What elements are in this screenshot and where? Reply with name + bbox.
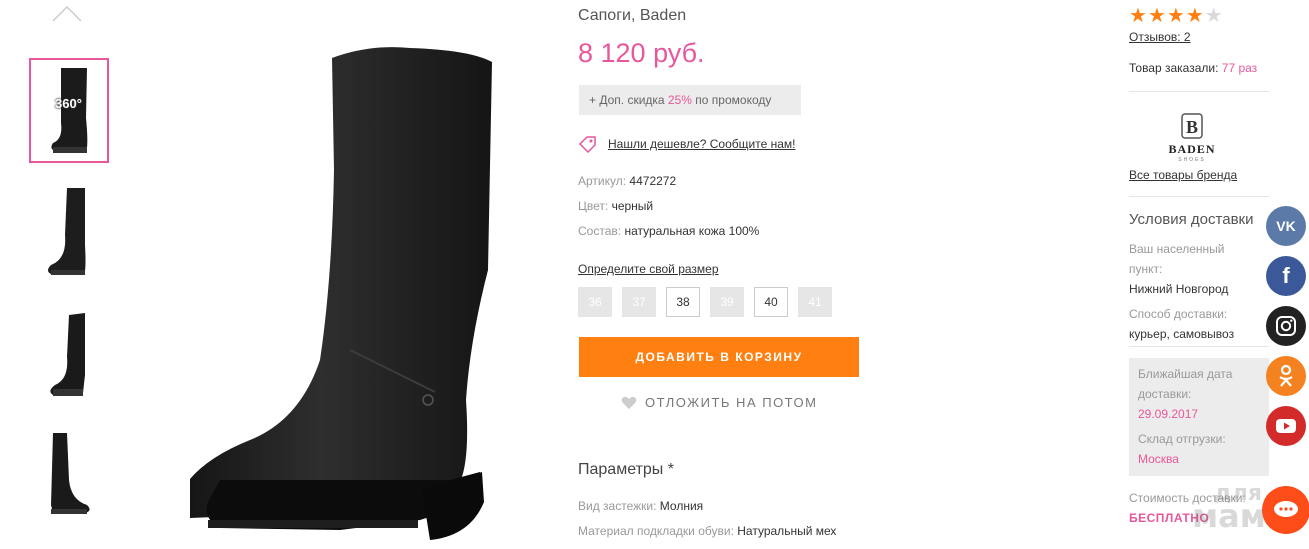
- vk-icon: vk: [1276, 218, 1296, 234]
- divider: [1129, 346, 1269, 347]
- params-heading: Параметры *: [578, 461, 674, 478]
- attr-composition: Состав: натуральная кожа 100%: [578, 224, 760, 238]
- size-option[interactable]: 40: [754, 287, 788, 317]
- vk-share-button[interactable]: vk: [1266, 206, 1306, 246]
- attr-color: Цвет: черный: [578, 199, 654, 213]
- nearest-date: 29.09.2017: [1138, 407, 1199, 421]
- method-value: курьер, самовывоз: [1129, 327, 1235, 341]
- delivery-heading: Условия доставки: [1129, 211, 1254, 228]
- svg-text:мам: мам: [1192, 497, 1266, 535]
- thumbs-up-arrow-icon[interactable]: [52, 2, 82, 22]
- thumbnail-3[interactable]: [29, 302, 109, 407]
- size-option: 41: [798, 287, 832, 317]
- promo-suffix: по промокоду: [691, 93, 772, 107]
- odnoklassniki-icon: [1279, 364, 1293, 387]
- locality-label-2: пункт:: [1129, 262, 1163, 276]
- product-title: Сапоги, Baden: [578, 7, 687, 24]
- save-for-later-button[interactable]: ОТЛОЖИТЬ НА ПОТОМ: [621, 395, 817, 410]
- found-cheaper-link[interactable]: Нашли дешевле? Сообщите нам!: [578, 135, 795, 153]
- promo-percent: 25%: [667, 93, 692, 107]
- badge-360: 360°: [55, 96, 82, 111]
- attr-article: Артикул: 4472272: [578, 174, 677, 188]
- star-icon: ★: [1147, 5, 1166, 27]
- nearest-label-2: доставки:: [1138, 387, 1192, 401]
- facebook-icon: f: [1282, 263, 1290, 288]
- ordered-count: Товар заказали: 77 раз: [1129, 61, 1258, 75]
- star-icon: ★: [1185, 5, 1204, 27]
- thumbnail-360[interactable]: 360°: [29, 58, 109, 163]
- thumbnail-2[interactable]: [29, 180, 109, 285]
- warehouse-value: Москва: [1138, 452, 1179, 466]
- promo-discount[interactable]: + Доп. скидка 25% по промокоду: [579, 85, 801, 115]
- add-to-cart-button[interactable]: ДОБАВИТЬ В КОРЗИНУ: [579, 337, 859, 377]
- reviews-link[interactable]: Отзывов: 2: [1129, 30, 1191, 44]
- param-fastener: Вид застежки: Молния: [578, 499, 704, 513]
- size-option: 36: [578, 287, 612, 317]
- size-option: 37: [622, 287, 656, 317]
- param-lining: Материал подкладки обуви: Натуральный ме…: [578, 524, 837, 538]
- product-main-image: [190, 47, 492, 540]
- locality-value[interactable]: Нижний Новгород: [1129, 282, 1228, 296]
- ok-share-button[interactable]: [1266, 356, 1306, 396]
- instagram-share-button[interactable]: [1266, 306, 1306, 346]
- svg-text:B: B: [1186, 117, 1198, 137]
- rating-stars: ★ ★ ★ ★ ★: [1129, 6, 1224, 26]
- promo-prefix: + Доп. скидка: [589, 93, 668, 107]
- brand-logo: B BADEN SHOES: [1168, 113, 1215, 163]
- watermark: для мам: [1192, 480, 1302, 549]
- instagram-icon: [1276, 316, 1296, 336]
- size-guide-link[interactable]: Определите свой размер: [578, 262, 719, 276]
- svg-text:SHOES: SHOES: [1178, 157, 1206, 163]
- locality-label: Ваш населенный: [1129, 242, 1225, 256]
- size-selector: 36 37 38 39 40 41: [578, 287, 842, 317]
- thumbnail-4[interactable]: [29, 420, 109, 525]
- divider: [1129, 196, 1269, 197]
- facebook-share-button[interactable]: f: [1266, 256, 1306, 296]
- heart-icon: [621, 396, 637, 409]
- price-tag-icon: [578, 136, 596, 153]
- watermark-logo: для мам: [1192, 481, 1266, 535]
- youtube-share-button[interactable]: [1266, 406, 1306, 446]
- warehouse-label: Склад отгрузки:: [1138, 432, 1226, 446]
- product-price: 8 120 руб.: [578, 38, 705, 68]
- found-cheaper-text: Нашли дешевле? Сообщите нам!: [608, 137, 796, 151]
- method-label: Способ доставки:: [1129, 307, 1228, 321]
- boot-thumbnail-image: [50, 313, 85, 396]
- star-icon: ★: [1129, 5, 1147, 27]
- divider: [1129, 91, 1269, 92]
- size-option[interactable]: 38: [666, 287, 700, 317]
- size-option: 39: [710, 287, 744, 317]
- star-icon: ★: [1204, 5, 1223, 27]
- youtube-icon: [1276, 419, 1296, 433]
- save-for-later-label: ОТЛОЖИТЬ НА ПОТОМ: [645, 395, 818, 410]
- all-brand-products-link[interactable]: Все товары бренда: [1129, 168, 1237, 182]
- nearest-label: Ближайшая дата: [1138, 367, 1233, 381]
- svg-text:BADEN: BADEN: [1168, 142, 1215, 156]
- star-icon: ★: [1166, 5, 1185, 27]
- nearest-delivery-box: Ближайшая дата доставки: 29.09.2017 Скла…: [1129, 358, 1269, 476]
- boot-thumbnail-image: [48, 188, 86, 275]
- boot-thumbnail-image: [51, 433, 90, 514]
